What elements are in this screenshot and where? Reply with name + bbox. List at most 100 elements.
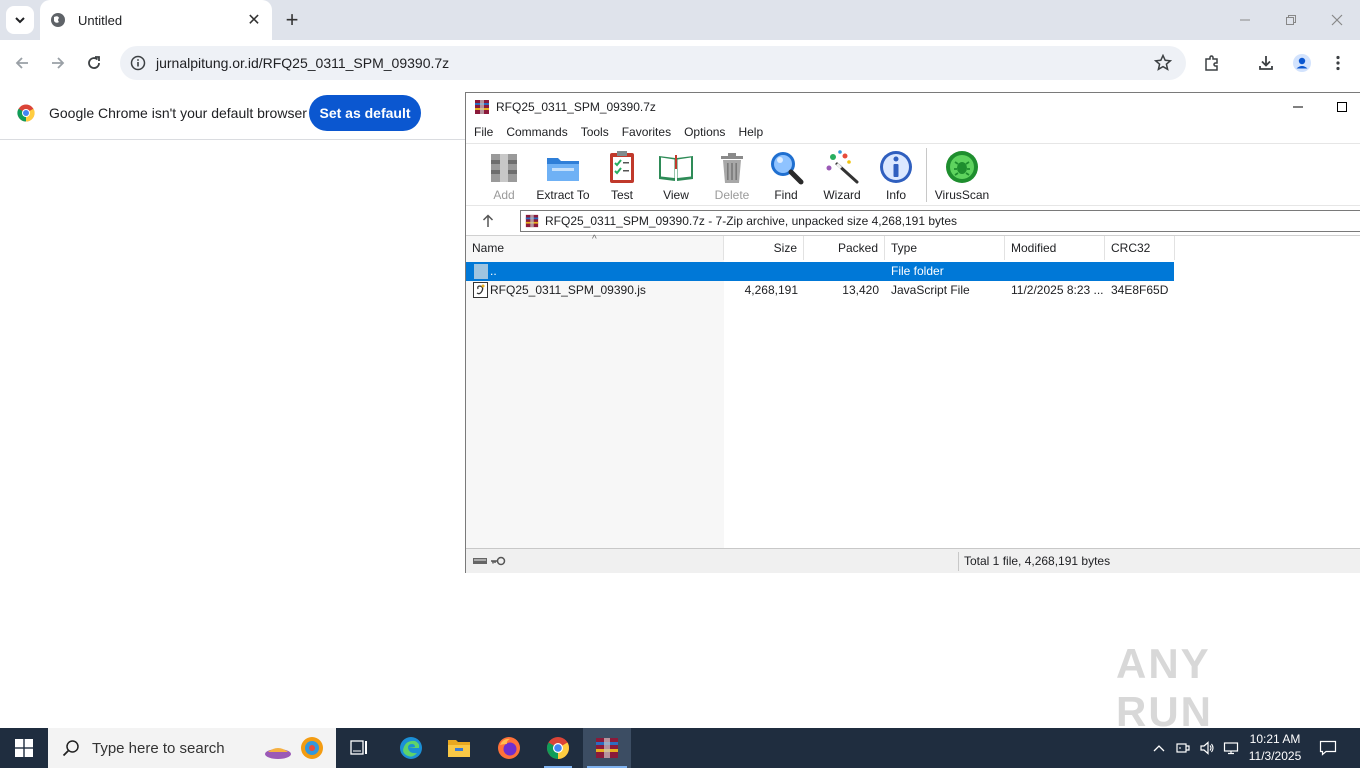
start-button[interactable] <box>0 728 48 768</box>
row-size: 4,268,191 <box>744 283 798 297</box>
folder-icon <box>448 740 470 757</box>
reload-button[interactable] <box>80 49 108 77</box>
arrow-right-icon <box>52 57 65 69</box>
chrome-menu-button[interactable] <box>1324 49 1352 77</box>
menu-help[interactable]: Help <box>738 125 763 139</box>
delete-button[interactable]: Delete <box>702 148 762 204</box>
forward-button[interactable] <box>44 49 72 77</box>
menu-tools[interactable]: Tools <box>581 125 609 139</box>
table-row[interactable]: .. File folder <box>466 262 1174 281</box>
notification-icon <box>1319 740 1337 756</box>
extensions-button[interactable] <box>1198 49 1226 77</box>
test-button[interactable]: Test <box>592 148 652 204</box>
task-view-button[interactable] <box>336 728 384 768</box>
winrar-maximize-button[interactable] <box>1332 97 1352 117</box>
browser-tabstrip: Untitled ✕ + <box>0 0 1360 40</box>
row-packed <box>804 262 879 281</box>
column-header-packed[interactable]: Packed <box>804 236 885 260</box>
row-packed: 13,420 <box>842 283 879 297</box>
minimize-icon <box>1240 19 1250 21</box>
info-button[interactable]: Info <box>866 148 926 204</box>
taskbar-edge[interactable] <box>387 728 435 768</box>
column-header-modified[interactable]: Modified <box>1005 236 1105 260</box>
task-view-icon <box>350 740 367 755</box>
new-tab-button[interactable]: + <box>280 7 304 32</box>
js-file-icon <box>473 282 489 298</box>
downloads-button[interactable] <box>1252 49 1280 77</box>
table-row[interactable]: RFQ25_0311_SPM_09390.js 4,268,191 13,420… <box>466 281 1174 300</box>
site-info-icon[interactable] <box>130 55 146 71</box>
row-name: .. <box>490 264 497 278</box>
taskbar-clock[interactable]: 10:21 AM 11/3/2025 <box>1240 728 1310 768</box>
winrar-icon <box>596 738 618 758</box>
search-icon <box>62 739 80 757</box>
menu-file[interactable]: File <box>474 125 493 139</box>
menu-options[interactable]: Options <box>684 125 725 139</box>
profile-button[interactable] <box>1288 49 1316 77</box>
status-text: Total 1 file, 4,268,191 bytes <box>964 554 1111 568</box>
find-button[interactable]: Find <box>756 148 816 204</box>
chevron-up-icon <box>1153 745 1165 752</box>
taskbar-winrar[interactable] <box>583 728 631 768</box>
taskbar-search-box[interactable]: Type here to search <box>48 728 336 768</box>
winrar-pathbar: RFQ25_0311_SPM_09390.7z - 7-Zip archive,… <box>466 205 1360 235</box>
up-one-level-button[interactable] <box>476 212 500 230</box>
tab-search-button[interactable] <box>6 6 34 34</box>
column-header-crc32[interactable]: CRC32 <box>1105 236 1175 260</box>
view-label: View <box>663 188 689 202</box>
taskbar-firefox[interactable] <box>485 728 533 768</box>
row-type: File folder <box>891 264 944 278</box>
taskbar-file-explorer[interactable] <box>435 728 483 768</box>
browser-restore-button[interactable] <box>1268 0 1314 40</box>
firefox-icon <box>498 737 520 759</box>
virusscan-button[interactable]: VirusScan <box>932 148 992 204</box>
infobar-message: Google Chrome isn't your default browser <box>49 104 307 121</box>
magnifier-icon <box>771 152 804 185</box>
column-header-size[interactable]: Size <box>724 236 804 260</box>
view-button[interactable]: View <box>646 148 706 204</box>
menu-favorites[interactable]: Favorites <box>622 125 671 139</box>
archive-path-field[interactable]: RFQ25_0311_SPM_09390.7z - 7-Zip archive,… <box>520 210 1360 232</box>
menu-commands[interactable]: Commands <box>506 125 567 139</box>
network-button[interactable] <box>1220 728 1242 768</box>
bookmark-star-icon[interactable] <box>1154 54 1172 72</box>
watermark-text: ANY RUN <box>1116 640 1213 735</box>
find-label: Find <box>774 188 798 202</box>
add-button[interactable]: Add <box>474 148 534 204</box>
row-modified <box>1011 262 1105 281</box>
tab-title: Untitled <box>78 12 123 28</box>
test-clipboard-icon <box>610 151 634 183</box>
taskbar-chrome[interactable] <box>534 728 582 768</box>
winrar-window: RFQ25_0311_SPM_09390.7z File Commands To… <box>465 92 1360 573</box>
extract-folder-icon <box>547 158 579 181</box>
row-type: JavaScript File <box>891 283 970 297</box>
view-book-icon <box>659 155 693 181</box>
column-header-type[interactable]: Type <box>885 236 1005 260</box>
row-crc32 <box>1111 262 1173 281</box>
extract-to-button[interactable]: Extract To <box>533 148 593 204</box>
browser-close-button[interactable] <box>1314 0 1360 40</box>
tab-close-icon[interactable]: ✕ <box>242 8 266 32</box>
show-hidden-icons-button[interactable] <box>1148 728 1170 768</box>
back-button[interactable] <box>8 49 36 77</box>
tray-device-button[interactable] <box>1172 728 1194 768</box>
notifications-button[interactable] <box>1316 728 1340 768</box>
set-as-default-button[interactable]: Set as default <box>309 95 421 131</box>
add-label: Add <box>493 188 515 202</box>
anyrun-watermark: ANY RUN <box>1116 640 1316 735</box>
download-icon <box>1259 56 1273 70</box>
puzzle-icon <box>1205 55 1218 71</box>
wizard-button[interactable]: Wizard <box>812 148 872 204</box>
search-placeholder: Type here to search <box>92 739 225 757</box>
address-bar[interactable]: jurnalpitung.or.id/RFQ25_0311_SPM_09390.… <box>120 46 1186 80</box>
winrar-minimize-button[interactable] <box>1288 97 1308 117</box>
column-header-name[interactable]: Name ^ <box>466 234 724 260</box>
wizard-wand-icon <box>826 150 859 184</box>
monitor-network-icon <box>1223 742 1239 755</box>
winrar-title-text: RFQ25_0311_SPM_09390.7z <box>496 100 656 114</box>
trash-icon <box>721 153 743 183</box>
close-icon <box>1331 14 1343 26</box>
browser-tab[interactable]: Untitled ✕ <box>40 0 272 40</box>
browser-minimize-button[interactable] <box>1222 0 1268 40</box>
volume-button[interactable] <box>1196 728 1218 768</box>
